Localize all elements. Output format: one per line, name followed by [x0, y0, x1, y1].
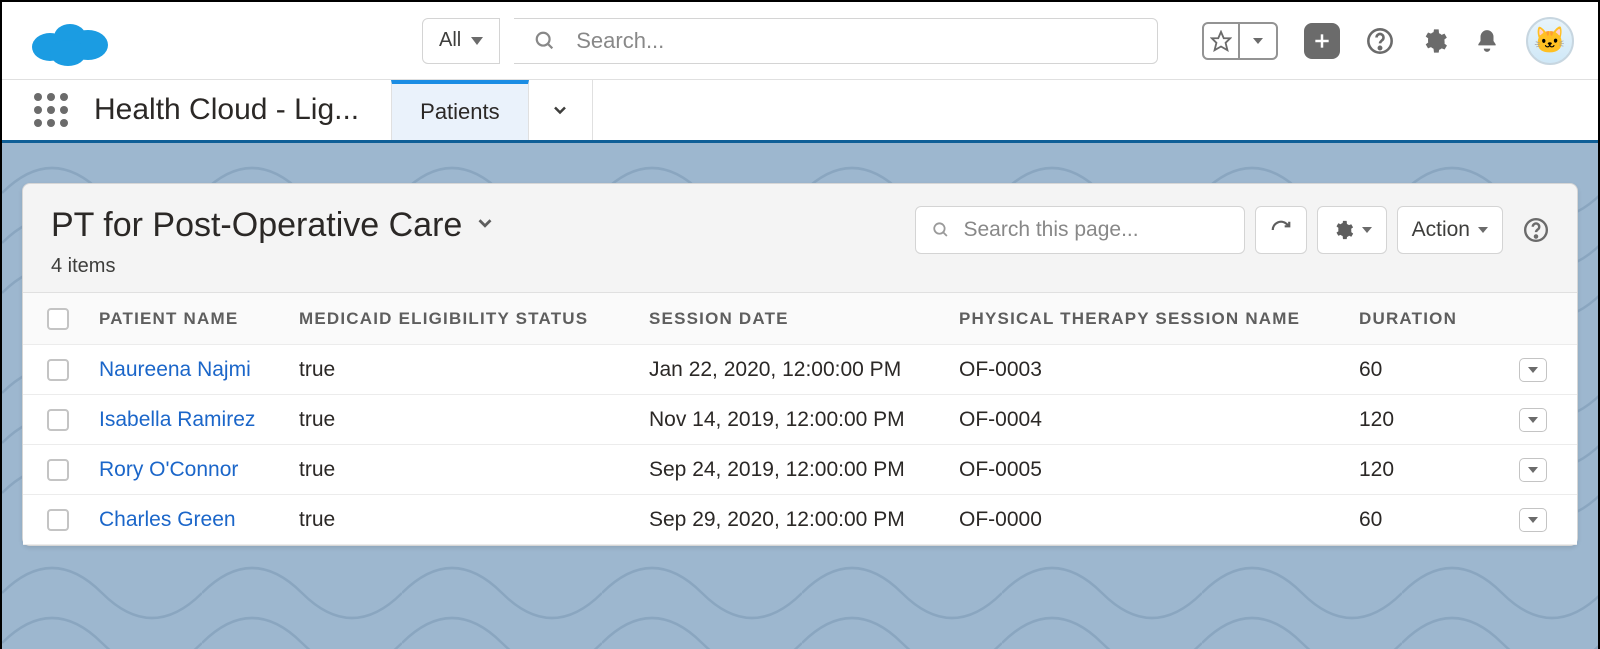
- cell-session-date: Sep 29, 2020, 12:00:00 PM: [643, 498, 953, 542]
- refresh-button[interactable]: [1255, 206, 1307, 254]
- chevron-down-icon: [1528, 467, 1538, 473]
- cell-session-date: Sep 24, 2019, 12:00:00 PM: [643, 448, 953, 492]
- cell-pt-session-name: OF-0004: [953, 398, 1353, 442]
- action-button[interactable]: Action: [1397, 206, 1503, 254]
- table-row: Charles Green true Sep 29, 2020, 12:00:0…: [23, 495, 1577, 545]
- col-header-patient-name[interactable]: Patient Name: [93, 299, 293, 339]
- cell-session-date: Nov 14, 2019, 12:00:00 PM: [643, 398, 953, 442]
- col-header-session-date[interactable]: Session Date: [643, 299, 953, 339]
- chevron-down-icon: [1478, 227, 1488, 233]
- global-header: All 🐱: [2, 2, 1598, 80]
- cell-medicaid: true: [293, 398, 643, 442]
- table-row: Naureena Najmi true Jan 22, 2020, 12:00:…: [23, 345, 1577, 395]
- chevron-down-icon: [1528, 417, 1538, 423]
- cell-medicaid: true: [293, 348, 643, 392]
- chevron-down-icon: [1362, 227, 1372, 233]
- action-button-label: Action: [1412, 218, 1470, 242]
- list-view-card: PT for Post-Operative Care 4 items: [22, 183, 1578, 546]
- row-checkbox[interactable]: [47, 359, 69, 381]
- row-actions-menu[interactable]: [1519, 458, 1547, 482]
- user-avatar[interactable]: 🐱: [1526, 17, 1574, 65]
- select-all-checkbox[interactable]: [47, 308, 69, 330]
- cell-medicaid: true: [293, 448, 643, 492]
- list-view-title: PT for Post-Operative Care: [51, 206, 462, 245]
- cell-duration: 60: [1353, 348, 1503, 392]
- global-search-box[interactable]: [514, 18, 1158, 64]
- list-settings-button[interactable]: [1317, 206, 1387, 254]
- row-actions-menu[interactable]: [1519, 358, 1547, 382]
- page-search-box[interactable]: [915, 206, 1245, 254]
- list-view-controls: Action: [915, 206, 1549, 254]
- refresh-icon: [1270, 219, 1292, 241]
- list-view-header: PT for Post-Operative Care 4 items: [23, 184, 1577, 292]
- chevron-down-icon: [471, 37, 483, 45]
- salesforce-logo: [22, 11, 114, 71]
- search-icon: [932, 220, 950, 240]
- nav-tab-label: Patients: [420, 99, 500, 125]
- star-icon: [1204, 24, 1240, 58]
- chevron-down-icon: [1240, 24, 1276, 58]
- list-view-switcher[interactable]: [474, 212, 496, 239]
- cell-duration: 120: [1353, 398, 1503, 442]
- table-row: Rory O'Connor true Sep 24, 2019, 12:00:0…: [23, 445, 1577, 495]
- global-create-button[interactable]: [1304, 23, 1340, 59]
- search-scope-label: All: [439, 29, 461, 52]
- row-checkbox[interactable]: [47, 409, 69, 431]
- col-header-duration[interactable]: Duration: [1353, 299, 1503, 339]
- global-search-input[interactable]: [576, 28, 1137, 54]
- patient-name-link[interactable]: Rory O'Connor: [99, 458, 238, 481]
- nav-tab-patients[interactable]: Patients: [391, 80, 529, 140]
- notifications-bell-icon[interactable]: [1474, 28, 1500, 54]
- patient-name-link[interactable]: Naureena Najmi: [99, 358, 251, 381]
- cell-session-date: Jan 22, 2020, 12:00:00 PM: [643, 348, 953, 392]
- favorites-split-button[interactable]: [1202, 22, 1278, 60]
- gear-icon: [1332, 219, 1354, 241]
- app-name-label: Health Cloud - Lig...: [94, 93, 359, 127]
- help-icon[interactable]: [1366, 27, 1394, 55]
- patient-name-link[interactable]: Isabella Ramirez: [99, 408, 255, 431]
- setup-gear-icon[interactable]: [1420, 27, 1448, 55]
- cell-pt-session-name: OF-0000: [953, 498, 1353, 542]
- page-search-input[interactable]: [963, 218, 1227, 242]
- table-header-row: Patient Name Medicaid Eligibility Status…: [23, 293, 1577, 345]
- page-body: PT for Post-Operative Care 4 items: [2, 143, 1598, 649]
- cell-pt-session-name: OF-0005: [953, 448, 1353, 492]
- row-checkbox[interactable]: [47, 509, 69, 531]
- col-header-medicaid[interactable]: Medicaid Eligibility Status: [293, 299, 643, 339]
- search-icon: [534, 30, 556, 52]
- col-header-pt-session-name[interactable]: Physical Therapy Session Name: [953, 299, 1353, 339]
- cell-medicaid: true: [293, 498, 643, 542]
- app-launcher[interactable]: Health Cloud - Lig...: [2, 80, 391, 140]
- item-count-label: 4 items: [51, 255, 496, 278]
- app-nav-bar: Health Cloud - Lig... Patients: [2, 80, 1598, 143]
- app-launcher-icon: [34, 93, 68, 127]
- row-actions-menu[interactable]: [1519, 508, 1547, 532]
- help-icon[interactable]: [1523, 217, 1549, 243]
- table-row: Isabella Ramirez true Nov 14, 2019, 12:0…: [23, 395, 1577, 445]
- chevron-down-icon: [1528, 517, 1538, 523]
- chevron-down-icon: [1528, 367, 1538, 373]
- cell-duration: 60: [1353, 498, 1503, 542]
- row-checkbox[interactable]: [47, 459, 69, 481]
- search-scope-select[interactable]: All: [422, 18, 500, 64]
- nav-tab-menu-button[interactable]: [529, 80, 593, 140]
- header-utility-bar: 🐱: [1202, 17, 1574, 65]
- cell-pt-session-name: OF-0003: [953, 348, 1353, 392]
- data-table: Patient Name Medicaid Eligibility Status…: [23, 292, 1577, 545]
- row-actions-menu[interactable]: [1519, 408, 1547, 432]
- cell-duration: 120: [1353, 448, 1503, 492]
- patient-name-link[interactable]: Charles Green: [99, 508, 236, 531]
